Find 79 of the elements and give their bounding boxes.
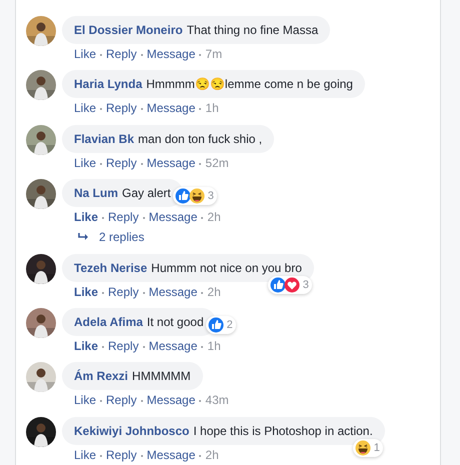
timestamp: 2h — [207, 284, 221, 299]
separator-dot — [142, 217, 145, 220]
separator-dot — [140, 162, 143, 165]
timestamp: 52m — [205, 156, 229, 170]
comment-text: HMMMMM — [132, 369, 191, 384]
action-link[interactable]: Reply — [108, 284, 139, 299]
action-link[interactable]: Message — [148, 210, 198, 224]
action-link[interactable]: Reply — [106, 47, 137, 61]
separator-dot — [100, 108, 102, 110]
action-link[interactable]: Message — [146, 393, 196, 408]
action-link[interactable]: Like — [74, 448, 96, 462]
separator-dot — [102, 292, 104, 294]
action-link[interactable]: Reply — [106, 156, 137, 170]
separator-dot — [100, 54, 102, 56]
action-link[interactable]: Reply — [108, 338, 139, 353]
timestamp: 2h — [205, 448, 219, 462]
replies-link[interactable]: 2 replies — [99, 230, 144, 244]
separator-dot — [199, 454, 202, 457]
laughing-face-icon — [354, 440, 371, 456]
action-link[interactable]: Like — [74, 393, 96, 408]
action-link[interactable]: Message — [146, 101, 196, 116]
action-link[interactable]: Like — [74, 338, 98, 353]
comment-text: I hope this is Photoshop in action. — [193, 424, 373, 438]
separator-dot — [102, 217, 104, 220]
author-name[interactable]: Haria Lynda — [74, 77, 142, 92]
author-name[interactable]: Na Lum — [74, 186, 118, 200]
action-link[interactable]: Reply — [106, 448, 137, 462]
action-link[interactable]: Like — [74, 284, 98, 299]
comment-text: That thing no fine Massa — [186, 23, 318, 37]
action-link[interactable]: Like — [74, 101, 96, 116]
comment-text: Hmmmm😒😒lemme come n be going — [146, 77, 353, 92]
separator-dot — [201, 217, 204, 220]
separator-dot — [201, 346, 204, 348]
timestamp: 43m — [205, 393, 229, 408]
action-link[interactable]: Reply — [106, 393, 137, 408]
action-link[interactable]: Message — [146, 156, 196, 170]
author-name[interactable]: Kekiwiyi Johnbosco — [74, 424, 190, 438]
separator-dot — [100, 162, 102, 165]
like-icon — [270, 276, 286, 293]
author-name[interactable]: Adela Afima — [74, 314, 143, 329]
separator-dot — [140, 54, 143, 56]
comment-text: Hummm not nice on you bro — [151, 260, 302, 275]
separator-dot — [199, 54, 202, 56]
separator-dot — [100, 400, 102, 402]
timestamp: 7m — [205, 47, 222, 61]
action-link[interactable]: Reply — [108, 210, 139, 224]
timestamp: 2h — [207, 210, 221, 224]
comment-text: It not good — [146, 314, 204, 329]
author-name[interactable]: Ám Rexzi — [74, 369, 128, 384]
separator-dot — [140, 454, 143, 457]
action-link[interactable]: Like — [74, 156, 96, 170]
separator-dot — [199, 162, 202, 165]
separator-dot — [142, 292, 145, 294]
separator-dot — [199, 108, 202, 110]
action-link[interactable]: Message — [148, 338, 198, 353]
author-name[interactable]: Tezeh Nerise — [74, 260, 148, 275]
like-icon — [174, 188, 191, 204]
action-link[interactable]: Like — [74, 210, 98, 224]
timestamp: 1h — [205, 101, 219, 116]
action-link[interactable]: Like — [74, 47, 96, 61]
author-name[interactable]: Flavian Bk — [74, 132, 134, 146]
laughing-face-icon — [188, 188, 205, 204]
separator-dot — [140, 400, 143, 402]
separator-dot — [102, 346, 104, 348]
action-link[interactable]: Message — [146, 448, 196, 462]
action-link[interactable]: Message — [146, 47, 196, 61]
separator-dot — [142, 346, 145, 348]
separator-dot — [100, 454, 102, 457]
separator-dot — [201, 292, 204, 294]
timestamp: 1h — [207, 338, 221, 353]
comment-text: man don ton fuck shio , — [138, 132, 262, 146]
author-name[interactable]: El Dossier Moneiro — [74, 23, 183, 37]
reply-arrow-icon — [77, 232, 89, 242]
action-link[interactable]: Message — [148, 284, 198, 299]
comment-text: Gay alert — [122, 186, 171, 200]
separator-dot — [140, 108, 143, 110]
action-link[interactable]: Reply — [106, 101, 137, 116]
like-icon — [208, 316, 224, 333]
separator-dot — [199, 400, 202, 402]
